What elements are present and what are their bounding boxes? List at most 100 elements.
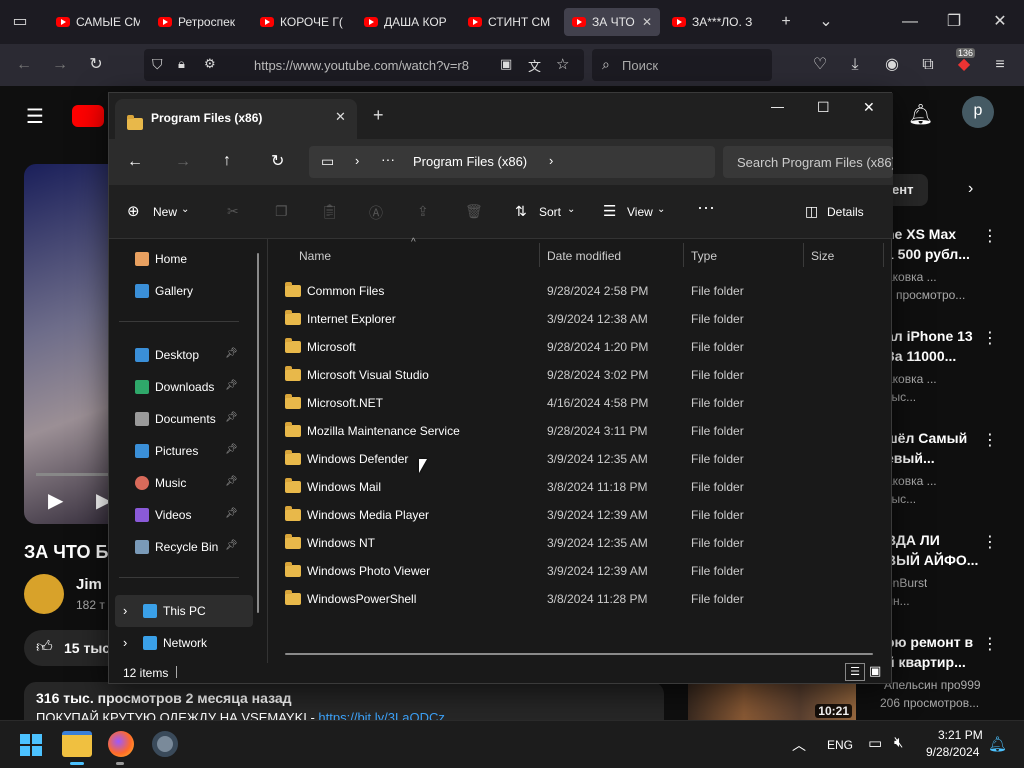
reader-view-icon[interactable]: ▣ — [500, 56, 512, 72]
nav-item-network[interactable]: › Network — [109, 627, 259, 659]
chevron-right-icon[interactable]: › — [968, 180, 973, 198]
new-tab-icon[interactable]: + — [774, 10, 798, 34]
file-row[interactable]: Internet Explorer 3/9/2024 12:38 AM File f… — [279, 305, 879, 333]
column-header-type[interactable]: Type — [691, 249, 717, 263]
translate-icon[interactable]: 文 — [528, 56, 541, 75]
nav-item-this-pc[interactable]: › This PC — [115, 595, 253, 627]
search-input[interactable]: Search Program Files (x86) — [723, 146, 893, 178]
account-icon[interactable]: ◉ — [880, 53, 904, 77]
shield-icon[interactable]: ⛉ — [152, 56, 163, 73]
clock-time[interactable]: 3:21 PM — [938, 728, 983, 742]
forward-icon[interactable]: → — [175, 153, 191, 171]
share-icon[interactable]: ⇪ — [417, 203, 429, 220]
maximize-icon[interactable]: ☐ — [817, 99, 830, 116]
up-icon[interactable]: ↑ — [223, 152, 231, 170]
taskbar-firefox-icon[interactable] — [108, 731, 134, 757]
chevron-right-icon[interactable]: › — [123, 603, 127, 618]
permissions-icon[interactable]: ⚙ — [204, 56, 216, 72]
browser-tab[interactable]: ЗА***ЛО. З — [672, 8, 756, 36]
ellipsis-icon[interactable]: ··· — [381, 151, 395, 167]
column-divider[interactable] — [883, 243, 884, 267]
file-row[interactable]: Mozilla Maintenance Service 9/28/2024 3:1… — [279, 417, 879, 445]
copy-icon[interactable]: ❐ — [275, 203, 288, 220]
view-button[interactable]: ☰ View ⌄ — [597, 197, 671, 227]
url-text[interactable]: https://www.youtube.com/watch?v=r8 — [254, 58, 469, 73]
show-hidden-icons-icon[interactable]: ︿ — [792, 735, 806, 755]
browser-tab[interactable]: КОРОЧЕ Г( — [260, 8, 344, 36]
paste-icon[interactable]: 📋︎ — [321, 203, 339, 220]
nav-item-videos[interactable]: Videos 📌︎ — [109, 499, 259, 531]
channel-avatar[interactable] — [24, 574, 64, 614]
browser-tab[interactable]: САМЫЕ СМ — [56, 8, 140, 36]
pin-icon[interactable]: 📌︎ — [225, 476, 238, 487]
nav-item-gallery[interactable]: Gallery — [109, 275, 259, 307]
hamburger-menu-icon[interactable]: ☰ — [26, 104, 44, 129]
tiles-view-icon[interactable]: ▣ — [869, 663, 881, 679]
column-divider[interactable] — [539, 243, 540, 267]
pocket-icon[interactable]: ♡ — [808, 53, 832, 77]
file-row[interactable]: Microsoft Visual Studio 9/28/2024 3:02 PM… — [279, 361, 879, 389]
menu-icon[interactable]: ≡ — [988, 53, 1012, 77]
nav-item-pictures[interactable]: Pictures 📌︎ — [109, 435, 259, 467]
chevron-right-icon[interactable]: › — [123, 635, 127, 650]
nav-item-desktop[interactable]: Desktop 📌︎ — [109, 339, 259, 371]
file-row[interactable]: Microsoft 9/28/2024 1:20 PM File folder — [279, 333, 879, 361]
nav-item-recycle-bin[interactable]: Recycle Bin 📌︎ — [109, 531, 259, 563]
taskbar-settings-icon[interactable] — [152, 731, 178, 757]
sidebar-video[interactable]: ал iPhone 13 За 11000... аковка ... тыс.… — [886, 324, 1016, 414]
sidebar-video[interactable]: шёл Самый евый... аковка ... тыс... ⋮ — [886, 426, 1016, 516]
video-player[interactable] — [24, 164, 108, 524]
file-row[interactable]: Windows Mail 3/8/2024 11:18 PM File folder — [279, 473, 879, 501]
pin-icon[interactable]: 📌︎ — [225, 444, 238, 455]
language-indicator[interactable]: ENG — [827, 738, 853, 752]
details-button[interactable]: ◫ Details — [801, 197, 881, 227]
play-icon[interactable]: ▶ — [48, 488, 63, 513]
tab-list-icon[interactable]: ▭ — [8, 10, 32, 34]
refresh-icon[interactable]: ↻ — [271, 151, 284, 171]
file-row[interactable]: Microsoft.NET 4/16/2024 4:58 PM File folde… — [279, 389, 879, 417]
details-view-icon[interactable]: ☰ — [845, 663, 865, 681]
pin-icon[interactable]: 📌︎ — [225, 348, 238, 359]
description-link[interactable]: https://bit.ly/3LaQDCz — [318, 710, 444, 720]
close-window-icon[interactable]: ✕ — [988, 10, 1012, 34]
start-button-icon[interactable] — [20, 734, 42, 756]
rename-icon[interactable]: Ⓐ — [369, 203, 383, 223]
column-header-name[interactable]: Name — [299, 249, 331, 263]
network-status-icon[interactable]: ▭ — [868, 734, 882, 752]
more-options-icon[interactable]: ··· — [697, 197, 715, 218]
close-window-icon[interactable]: ✕ — [863, 99, 875, 116]
pin-icon[interactable]: 📌︎ — [225, 412, 238, 423]
sidebar-thumbnail[interactable]: 10:21 — [688, 684, 856, 720]
breadcrumb[interactable]: Program Files (x86) — [413, 154, 527, 169]
column-divider[interactable] — [683, 243, 684, 267]
back-icon[interactable]: ← — [127, 153, 143, 171]
volume-muted-icon[interactable]: 🔇︎ — [894, 734, 903, 751]
file-row[interactable]: Windows Media Player 3/9/2024 12:39 AM Fil… — [279, 501, 879, 529]
more-options-icon[interactable]: ⋮ — [982, 430, 998, 450]
nav-item-documents[interactable]: Documents 📌︎ — [109, 403, 259, 435]
reload-icon[interactable]: ↻ — [84, 53, 108, 77]
browser-tab[interactable]: ДАША КОР — [364, 8, 448, 36]
more-options-icon[interactable]: ⋮ — [982, 226, 998, 246]
sidebar-video[interactable]: ВДА ЛИ ВЫЙ АЙФО... enBurst лн... ⋮ — [886, 528, 1016, 618]
pin-icon[interactable]: 📌︎ — [225, 540, 238, 551]
channel-name[interactable]: Jim — [76, 576, 102, 593]
browser-tab[interactable]: Ретроспек — [158, 8, 242, 36]
chevron-right-icon[interactable]: › — [549, 153, 553, 168]
clock-date[interactable]: 9/28/2024 — [926, 745, 979, 759]
close-tab-icon[interactable]: ✕ — [642, 15, 652, 29]
minimize-icon[interactable]: — — [898, 10, 922, 34]
youtube-logo-icon[interactable] — [72, 105, 104, 127]
file-row[interactable]: Common Files 9/28/2024 2:58 PM File folder — [279, 277, 879, 305]
notifications-bell-icon[interactable]: 🔔︎ — [908, 102, 933, 127]
new-button[interactable]: ⊕ New ⌄ — [121, 197, 195, 227]
taskbar-file-explorer-icon[interactable] — [62, 731, 92, 757]
more-options-icon[interactable]: ⋮ — [982, 634, 998, 654]
restore-icon[interactable]: ❐ — [942, 10, 966, 34]
nav-item-downloads[interactable]: Downloads 📌︎ — [109, 371, 259, 403]
column-divider[interactable] — [803, 243, 804, 267]
address-bar[interactable]: ▭ › ··· Program Files (x86) › — [309, 146, 715, 178]
horizontal-scrollbar[interactable] — [285, 653, 873, 655]
pin-icon[interactable]: 📌︎ — [225, 508, 238, 519]
nav-pane-scrollbar[interactable] — [257, 253, 259, 613]
